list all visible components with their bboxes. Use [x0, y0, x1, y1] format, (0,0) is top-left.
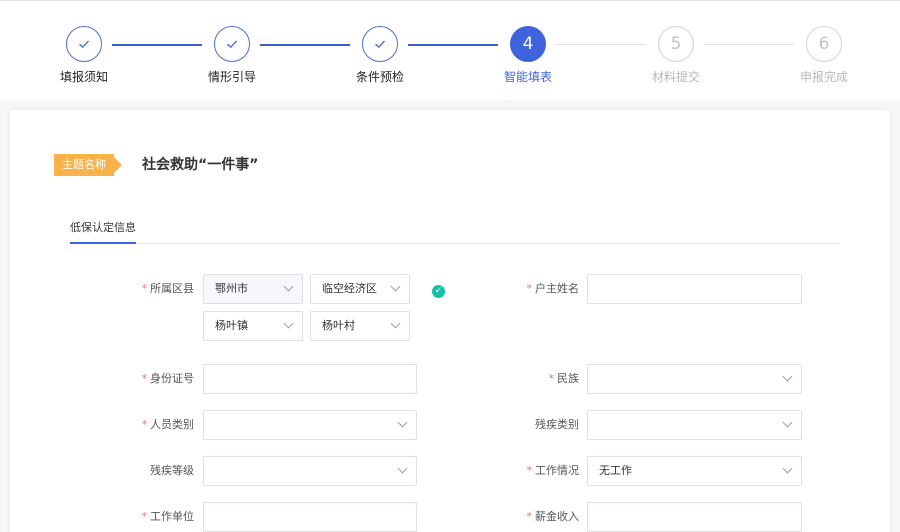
employer-label: * 工作单位: [141, 510, 195, 523]
theme-tag: 主题名称: [54, 154, 122, 176]
step-3[interactable]: 条件预检: [335, 26, 425, 85]
step-label: 智能填表: [503, 70, 552, 84]
tab-low-income-info[interactable]: 低保认定信息: [70, 220, 136, 244]
head-name-label: * 户主姓名: [526, 282, 580, 295]
stepper: 填报须知 情形引导 条件预检 4 智能填表 5 材料提交 6 申报完成: [0, 0, 900, 100]
chevron-down-icon: [283, 281, 294, 292]
id-number-input[interactable]: [203, 364, 417, 394]
chevron-down-icon: [397, 463, 408, 474]
check-icon: [362, 26, 398, 62]
step-number: 5: [658, 26, 694, 62]
chevron-down-icon: [397, 417, 408, 428]
chevron-down-icon: [390, 318, 401, 329]
town-select[interactable]: 杨叶镇: [203, 311, 303, 341]
zone-select[interactable]: 临空经济区: [310, 274, 410, 304]
form-card: 主题名称 社会救助“一件事” 低保认定信息 * 所属区县 鄂州市 临空经济区 ✓ …: [10, 110, 890, 532]
step-label: 申报完成: [799, 70, 848, 84]
chevron-down-icon: [283, 318, 294, 329]
top-divider: [0, 0, 900, 1]
disability-type-select[interactable]: [587, 410, 802, 440]
step-4[interactable]: 4 智能填表: [483, 26, 573, 85]
chevron-down-icon: [782, 371, 793, 382]
work-status-select[interactable]: 无工作: [587, 456, 802, 486]
id-number-label: * 身份证号: [141, 372, 195, 385]
disability-type-label: 残疾类别: [535, 418, 579, 431]
theme-title: 社会救助“一件事”: [142, 157, 259, 173]
disability-level-select[interactable]: [203, 456, 417, 486]
step-label: 情形引导: [207, 70, 256, 84]
salary-label: * 薪金收入: [526, 510, 580, 523]
chevron-down-icon: [390, 281, 401, 292]
step-1[interactable]: 填报须知: [39, 26, 129, 85]
step-label: 条件预检: [355, 70, 404, 84]
salary-input[interactable]: [587, 502, 802, 532]
check-icon: [214, 26, 250, 62]
ethnicity-select[interactable]: [587, 364, 802, 394]
check-icon: [66, 26, 102, 62]
ethnicity-label: * 民族: [548, 372, 580, 385]
step-5: 5 材料提交: [631, 26, 721, 85]
tab-bar: 低保认定信息: [70, 220, 840, 244]
step-label: 填报须知: [59, 70, 108, 84]
step-2[interactable]: 情形引导: [187, 26, 277, 85]
chevron-down-icon: [782, 463, 793, 474]
step-number: 6: [806, 26, 842, 62]
step-6: 6 申报完成: [779, 26, 869, 85]
work-status-label: * 工作情况: [526, 464, 580, 477]
person-type-label: * 人员类别: [141, 418, 195, 431]
verified-check-icon: ✓: [432, 285, 445, 298]
employer-input[interactable]: [203, 502, 417, 532]
step-label: 材料提交: [651, 70, 700, 84]
disability-level-label: 残疾等级: [150, 464, 194, 477]
head-name-input[interactable]: [587, 274, 802, 304]
person-type-select[interactable]: [203, 410, 417, 440]
city-select[interactable]: 鄂州市: [203, 274, 303, 304]
district-label: * 所属区县: [141, 282, 195, 295]
step-number: 4: [510, 26, 546, 62]
chevron-down-icon: [782, 417, 793, 428]
village-select[interactable]: 杨叶村: [310, 311, 410, 341]
